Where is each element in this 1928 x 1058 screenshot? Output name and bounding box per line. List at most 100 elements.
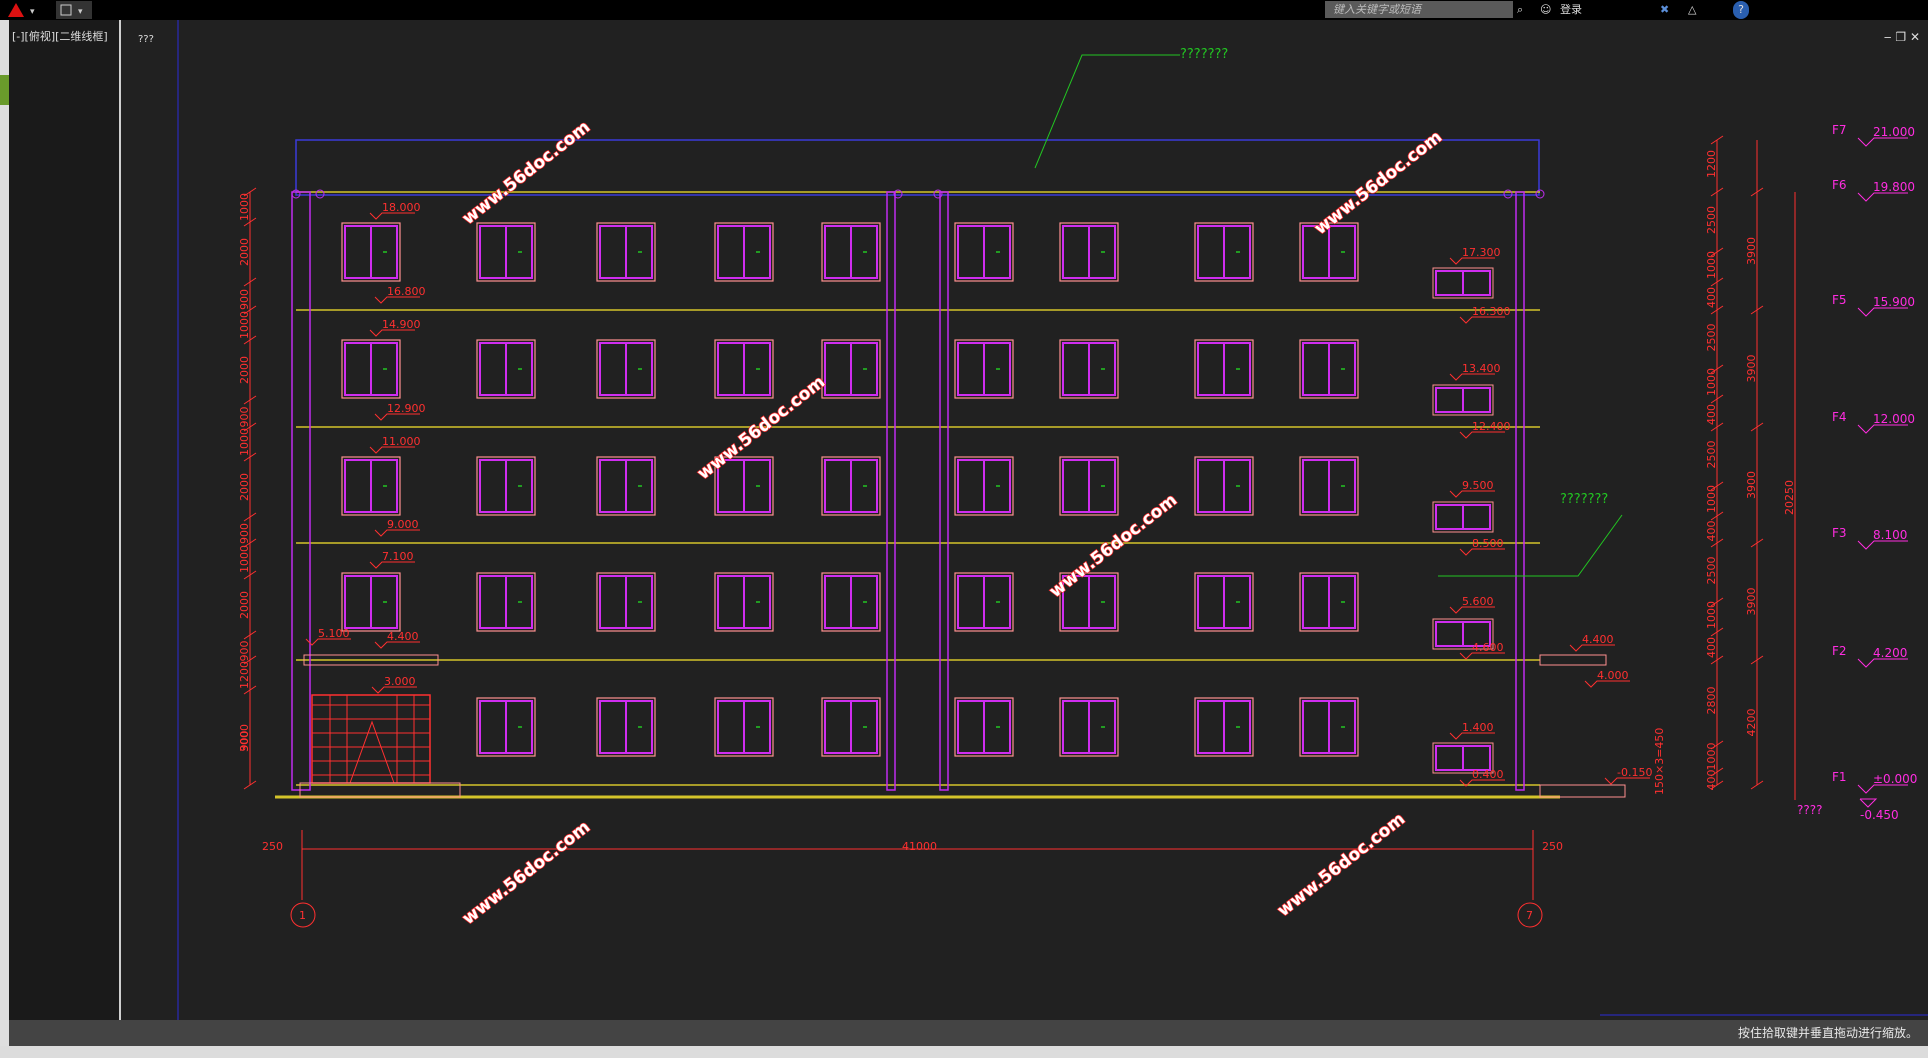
window bbox=[596, 222, 656, 282]
window bbox=[821, 222, 881, 282]
left-dim-text: 1000 bbox=[238, 545, 251, 573]
left-elev-bottom: 16.800 bbox=[374, 285, 426, 304]
right-dim-text: 2500 bbox=[1705, 324, 1718, 352]
left-elev-top-text: 14.900 bbox=[382, 318, 421, 331]
right-dim-text-2: 3900 bbox=[1745, 237, 1758, 265]
window bbox=[1299, 572, 1359, 632]
right-dim-text: 400 bbox=[1705, 770, 1718, 791]
main-entrance bbox=[299, 654, 1626, 798]
right-dim-text: 400 bbox=[1705, 637, 1718, 658]
left-elev-bottom-text: 9.000 bbox=[387, 518, 419, 531]
window bbox=[341, 339, 401, 399]
window bbox=[714, 222, 774, 282]
right-elev-top-text: 13.400 bbox=[1462, 362, 1501, 375]
left-dim-text: 1200 bbox=[238, 661, 251, 689]
window bbox=[1194, 339, 1254, 399]
left-elev-bottom: 12.900 bbox=[374, 402, 426, 421]
left-dim-text: 3000 bbox=[238, 724, 251, 752]
left-dim-text: 900 bbox=[238, 641, 251, 662]
small-window bbox=[1432, 384, 1494, 416]
right-dim-text: 1000 bbox=[1705, 485, 1718, 513]
right-elev-bottom-text: 8.500 bbox=[1472, 537, 1504, 550]
window bbox=[1194, 222, 1254, 282]
window bbox=[821, 697, 881, 757]
floor-name: F4 bbox=[1832, 410, 1847, 424]
window bbox=[476, 339, 536, 399]
left-elev-top-text: 18.000 bbox=[382, 201, 421, 214]
floor-elev: 15.900 bbox=[1873, 295, 1915, 309]
window bbox=[1059, 339, 1119, 399]
pilaster bbox=[1515, 191, 1525, 791]
right-dim-text: 1000 bbox=[1705, 368, 1718, 396]
window bbox=[596, 456, 656, 516]
left-dim-text: 2000 bbox=[238, 591, 251, 619]
door-elev-text: 3.000 bbox=[384, 675, 416, 688]
note-text-1: ??????? bbox=[1180, 47, 1228, 62]
small-window bbox=[1432, 501, 1494, 533]
right-elev-bottom-text: 4.600 bbox=[1472, 641, 1504, 654]
status-bar: 按住拾取键并垂直拖动进行缩放。 bbox=[9, 1020, 1928, 1046]
left-elev-bottom-text: 12.900 bbox=[387, 402, 426, 415]
window bbox=[476, 456, 536, 516]
right-elev-top: 9.500 bbox=[1449, 479, 1495, 498]
canopy-elev-text: 5.100 bbox=[318, 627, 350, 640]
left-elev-bottom: 4.400 bbox=[374, 630, 420, 649]
right-dim-text: 2500 bbox=[1705, 441, 1718, 469]
right-elev-top-text: 5.600 bbox=[1462, 595, 1494, 608]
downpipe-head bbox=[315, 189, 325, 199]
window bbox=[954, 456, 1014, 516]
right-dim-text: 1000 bbox=[1705, 743, 1718, 771]
left-elev-top: 14.900 bbox=[369, 318, 421, 337]
left-dim-text: 2000 bbox=[238, 356, 251, 384]
base-elev: -0.150 bbox=[1604, 766, 1652, 785]
window bbox=[1194, 456, 1254, 516]
floor-elev: 12.000 bbox=[1873, 412, 1915, 426]
ground-level-label: -0.450 bbox=[1860, 808, 1899, 822]
window bbox=[954, 222, 1014, 282]
left-dim-text: 900 bbox=[238, 407, 251, 428]
right-elev-bottom-text: 0.400 bbox=[1472, 768, 1504, 781]
right-dim-text-2: 3900 bbox=[1745, 355, 1758, 383]
watermark: www.56doc.com bbox=[1046, 490, 1181, 602]
window-grid bbox=[341, 222, 1359, 757]
drawing-canvas[interactable]: 18.000 16.800 14.900 12.900 11.000 9.000 7.100… bbox=[0, 0, 1928, 1020]
right-small-windows bbox=[1432, 267, 1494, 774]
left-elev-bottom: 9.000 bbox=[374, 518, 420, 537]
right-canopy-top-text: 4.400 bbox=[1582, 633, 1614, 646]
window bbox=[821, 339, 881, 399]
downpipe-head bbox=[1535, 189, 1545, 199]
floor-name: F1 bbox=[1832, 770, 1847, 784]
window bbox=[954, 572, 1014, 632]
base-elev-text: -0.150 bbox=[1617, 766, 1652, 779]
left-dim-text: 900 bbox=[238, 289, 251, 310]
right-dim-text: 2500 bbox=[1705, 206, 1718, 234]
canopy-elev: 5.100 bbox=[305, 627, 351, 646]
downpipe-head bbox=[1503, 189, 1513, 199]
right-dim-text: 2800 bbox=[1705, 687, 1718, 715]
left-elev-top: 18.000 bbox=[369, 201, 421, 220]
window bbox=[954, 697, 1014, 757]
right-elev-bottom: 8.500 bbox=[1459, 537, 1505, 556]
end-dim-right: 250 bbox=[1542, 840, 1563, 853]
floor-name: F7 bbox=[1832, 123, 1847, 137]
right-dim-text-2: 4200 bbox=[1745, 709, 1758, 737]
floor-label: F5 15.900 bbox=[1832, 293, 1915, 317]
left-elev-top: 11.000 bbox=[369, 435, 421, 454]
roof-parapet bbox=[295, 139, 1540, 196]
floor-name: F3 bbox=[1832, 526, 1847, 540]
right-elev-bottom: 4.600 bbox=[1459, 641, 1505, 660]
window bbox=[714, 697, 774, 757]
window bbox=[341, 572, 401, 632]
floor-name: F5 bbox=[1832, 293, 1847, 307]
left-elev-bottom-text: 16.800 bbox=[387, 285, 426, 298]
ground-tag: ???? bbox=[1797, 803, 1822, 817]
floor-level-labels: F7 21.000F6 19.800F5 15.900F4 12.000F3 8.100F… bbox=[1832, 123, 1917, 808]
window bbox=[1059, 697, 1119, 757]
floor-name: F2 bbox=[1832, 644, 1847, 658]
left-elev-top: 7.100 bbox=[369, 550, 415, 569]
watermark: www.56doc.com bbox=[1274, 809, 1409, 921]
pilaster bbox=[291, 191, 311, 791]
window bbox=[596, 572, 656, 632]
right-dim-text: 1000 bbox=[1705, 251, 1718, 279]
right-dim-text: 400 bbox=[1705, 404, 1718, 425]
